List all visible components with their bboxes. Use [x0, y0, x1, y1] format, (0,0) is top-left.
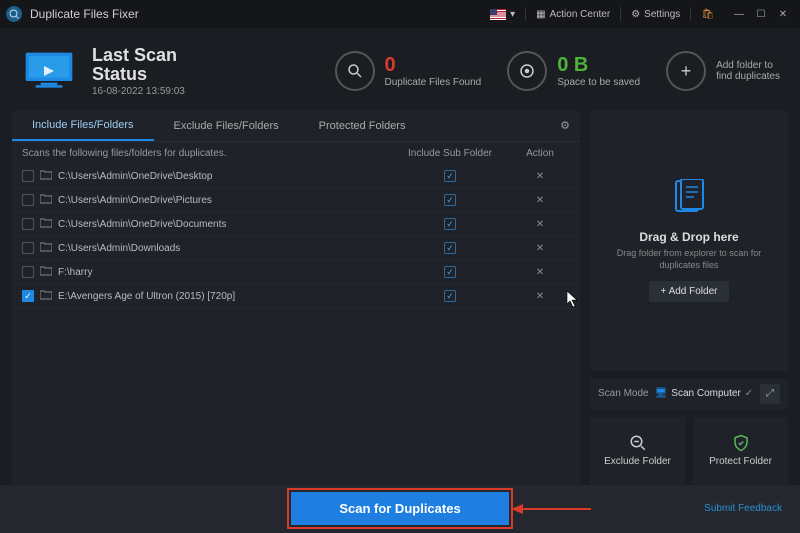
row-checkbox[interactable] [22, 170, 34, 182]
remove-row-button[interactable]: ✕ [510, 171, 570, 182]
row-checkbox[interactable] [22, 194, 34, 206]
duplicate-files-stat: 0 Duplicate Files Found [335, 51, 482, 91]
include-subfolder-checkbox[interactable]: ✓ [390, 218, 510, 230]
space-saved-stat: 0 B Space to be saved [507, 51, 640, 91]
remove-row-button[interactable]: ✕ [510, 219, 570, 230]
settings-button[interactable]: ⚙ Settings [623, 9, 688, 20]
arrow-annotation-icon [511, 499, 591, 519]
tab-include[interactable]: Include Files/Folders [12, 111, 154, 141]
cart-icon: 🛍 [701, 9, 714, 20]
folder-path: C:\Users\Admin\OneDrive\Desktop [58, 171, 390, 182]
drop-zone[interactable]: Drag & Drop here Drag folder from explor… [590, 111, 788, 371]
language-flag[interactable]: ▾ [482, 9, 523, 20]
flag-icon [490, 9, 506, 20]
drop-title: Drag & Drop here [639, 230, 738, 244]
folder-path: C:\Users\Admin\OneDrive\Documents [58, 219, 390, 230]
include-subfolder-checkbox[interactable]: ✓ [390, 194, 510, 206]
titlebar: Duplicate Files Fixer ▾ ▦ Action Center … [0, 0, 800, 28]
row-checkbox[interactable]: ✓ [22, 290, 34, 302]
row-checkbox[interactable] [22, 218, 34, 230]
drop-desc: Drag folder from explorer to scan for du… [600, 248, 778, 271]
app-title: Duplicate Files Fixer [30, 7, 139, 21]
include-subfolder-checkbox[interactable]: ✓ [390, 290, 510, 302]
scan-button[interactable]: Scan for Duplicates [291, 492, 508, 525]
cart-button[interactable]: 🛍 [693, 9, 722, 20]
folder-icon [40, 266, 52, 279]
table-row: ✓E:\Avengers Age of Ultron (2015) [720p]… [12, 285, 580, 309]
files-panel: Include Files/Folders Exclude Files/Fold… [12, 111, 580, 485]
remove-row-button[interactable]: ✕ [510, 195, 570, 206]
document-icon [672, 179, 706, 222]
row-checkbox[interactable] [22, 242, 34, 254]
tab-protected[interactable]: Protected Folders [299, 112, 426, 140]
magnifier-minus-icon [629, 434, 647, 452]
close-button[interactable]: ✕ [772, 3, 794, 25]
plus-icon: + [666, 51, 706, 91]
computer-icon: 🖥 [655, 388, 668, 399]
last-scan-status: Last ScanStatus 16-08-2022 13:59:03 [92, 46, 185, 97]
submit-feedback-link[interactable]: Submit Feedback [704, 503, 782, 514]
include-subfolder-checkbox[interactable]: ✓ [390, 170, 510, 182]
add-folder-button[interactable]: + Add Folder [649, 281, 730, 302]
folder-path: F:\harry [58, 267, 390, 278]
table-header: Scans the following files/folders for du… [12, 142, 580, 165]
protect-folder-button[interactable]: Protect Folder [693, 417, 788, 485]
folder-list: C:\Users\Admin\OneDrive\Desktop✓✕C:\User… [12, 165, 580, 485]
row-checkbox[interactable] [22, 266, 34, 278]
folder-path: C:\Users\Admin\Downloads [58, 243, 390, 254]
gear-icon: ⚙ [631, 9, 640, 20]
disk-icon [507, 51, 547, 91]
folder-path: E:\Avengers Age of Ultron (2015) [720p] [58, 291, 390, 302]
folder-path: C:\Users\Admin\OneDrive\Pictures [58, 195, 390, 206]
header: Last ScanStatus 16-08-2022 13:59:03 0 Du… [0, 28, 800, 111]
action-center-button[interactable]: ▦ Action Center [528, 9, 618, 20]
tabs: Include Files/Folders Exclude Files/Fold… [12, 111, 580, 142]
grid-icon: ▦ [536, 9, 545, 20]
check-icon: ✓ [745, 388, 753, 399]
remove-row-button[interactable]: ✕ [510, 267, 570, 278]
include-subfolder-checkbox[interactable]: ✓ [390, 242, 510, 254]
table-row: C:\Users\Admin\OneDrive\Desktop✓✕ [12, 165, 580, 189]
maximize-button[interactable]: ☐ [750, 3, 772, 25]
minimize-button[interactable]: — [728, 3, 750, 25]
tab-settings-button[interactable]: ⚙ [550, 113, 580, 138]
folder-icon [40, 194, 52, 207]
scan-button-highlight: Scan for Duplicates [287, 488, 512, 529]
table-row: C:\Users\Admin\OneDrive\Documents✓✕ [12, 213, 580, 237]
folder-icon [40, 170, 52, 183]
table-row: C:\Users\Admin\Downloads✓✕ [12, 237, 580, 261]
scan-mode-selector[interactable]: Scan Mode 🖥 Scan Computer ✓ ⤢ [590, 379, 788, 409]
remove-row-button[interactable]: ✕ [510, 243, 570, 254]
folder-icon [40, 290, 52, 303]
table-row: F:\harry✓✕ [12, 261, 580, 285]
table-row: C:\Users\Admin\OneDrive\Pictures✓✕ [12, 189, 580, 213]
shield-check-icon [732, 434, 750, 452]
expand-button[interactable]: ⤢ [760, 384, 780, 404]
tab-exclude[interactable]: Exclude Files/Folders [154, 112, 299, 140]
folder-icon [40, 242, 52, 255]
folder-icon [40, 218, 52, 231]
footer: Scan for Duplicates Submit Feedback [0, 485, 800, 533]
remove-row-button[interactable]: ✕ [510, 291, 570, 302]
magnifier-icon [335, 51, 375, 91]
add-folder-header-button[interactable]: + Add folder to find duplicates [666, 51, 780, 91]
include-subfolder-checkbox[interactable]: ✓ [390, 266, 510, 278]
exclude-folder-button[interactable]: Exclude Folder [590, 417, 685, 485]
monitor-icon [20, 49, 78, 93]
timestamp: 16-08-2022 13:59:03 [92, 86, 185, 97]
app-logo-icon [6, 6, 22, 22]
